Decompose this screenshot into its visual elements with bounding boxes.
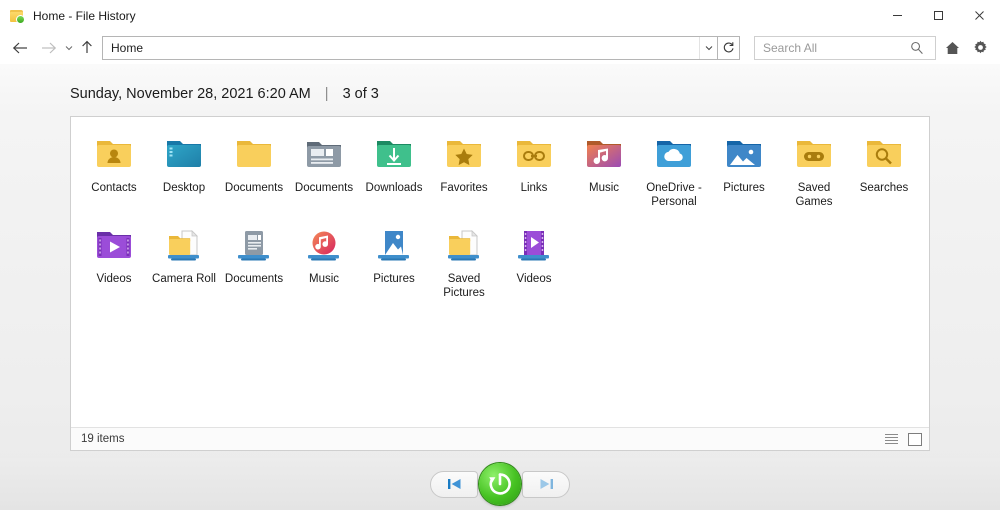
list-item[interactable]: Documents: [219, 129, 289, 210]
list-item-label: Pictures: [723, 182, 765, 194]
icon-grid[interactable]: Contacts Desktop Documents Documents Dow…: [71, 117, 929, 427]
list-item-label: Downloads: [365, 182, 423, 194]
list-item-label: Videos: [96, 272, 132, 285]
details-view-icon[interactable]: [883, 432, 900, 447]
status-bar: 19 items: [71, 427, 929, 450]
next-version-button[interactable]: [522, 470, 570, 498]
list-item[interactable]: Pictures: [709, 129, 779, 210]
list-item[interactable]: Videos: [79, 220, 149, 301]
minimize-button[interactable]: [877, 0, 918, 31]
list-item[interactable]: Links: [499, 129, 569, 210]
previous-version-button[interactable]: [430, 470, 478, 498]
home-icon[interactable]: [940, 35, 964, 61]
list-item-label: Documents: [224, 182, 284, 194]
folder-favorites-icon: [442, 135, 486, 175]
window-title: Home - File History: [33, 8, 136, 23]
next-version-icon: [538, 477, 555, 491]
snapshot-header: Sunday, November 28, 2021 6:20 AM | 3 of…: [0, 64, 1000, 116]
library-music-icon: [302, 226, 346, 266]
refresh-icon[interactable]: [718, 35, 740, 60]
library-folder-icon: [442, 226, 486, 266]
folder-music-icon: [582, 135, 626, 175]
folder-downloads-icon: [372, 135, 416, 175]
forward-arrow-icon[interactable]: [34, 35, 62, 61]
folder-refresh-icon: [9, 8, 25, 24]
header-separator: |: [324, 86, 329, 102]
maximize-button[interactable]: [918, 0, 959, 31]
close-button[interactable]: [959, 0, 1000, 31]
list-item-label: Contacts: [91, 182, 137, 194]
list-item[interactable]: Music: [569, 129, 639, 210]
item-count-label: 19 items: [81, 433, 125, 445]
file-history-window: Home - File History Home Search All Sund…: [0, 0, 1000, 510]
list-item[interactable]: Documents: [289, 129, 359, 210]
snapshot-position: 3 of 3: [342, 86, 379, 102]
list-item[interactable]: Saved Pictures: [429, 220, 499, 301]
list-item-label: Music: [588, 182, 620, 194]
search-icon[interactable]: [905, 41, 929, 55]
folder-savedgames-icon: [792, 135, 836, 175]
title-bar: Home - File History: [0, 0, 1000, 31]
list-item-label: Pictures: [373, 272, 415, 285]
history-dropdown-chevron-down-icon[interactable]: [62, 35, 76, 61]
library-folder-icon: [162, 226, 206, 266]
folder-searches-icon: [862, 135, 906, 175]
restore-icon: [487, 471, 513, 497]
folder-contacts-icon: [92, 135, 136, 175]
list-item[interactable]: Camera Roll: [149, 220, 219, 301]
address-chevron-down-icon[interactable]: [699, 36, 717, 59]
gear-icon[interactable]: [968, 35, 992, 61]
list-item[interactable]: Downloads: [359, 129, 429, 210]
list-item-label: Links: [520, 182, 548, 194]
list-item[interactable]: Videos: [499, 220, 569, 301]
address-bar[interactable]: Home: [102, 35, 718, 60]
list-item[interactable]: Music: [289, 220, 359, 301]
list-item-label: Saved Games: [795, 182, 833, 209]
library-pictures-icon: [372, 226, 416, 266]
view-toggle-group: [883, 432, 923, 447]
folder-onedrive-icon: [652, 135, 696, 175]
document-library-icon: [302, 135, 346, 175]
list-item-label: Documents: [224, 272, 284, 285]
search-box[interactable]: [754, 35, 936, 60]
folder-pictures-icon: [722, 135, 766, 175]
transport-bar: [0, 458, 1000, 510]
list-item[interactable]: Desktop: [149, 129, 219, 210]
list-item[interactable]: Saved Games: [779, 129, 849, 210]
folder-desktop-icon: [162, 135, 206, 175]
list-item-label: Videos: [516, 272, 552, 285]
library-videos-icon: [512, 226, 556, 266]
folder-links-icon: [512, 135, 556, 175]
back-arrow-icon[interactable]: [6, 35, 34, 61]
search-input[interactable]: [755, 40, 905, 55]
file-list-pane: Contacts Desktop Documents Documents Dow…: [70, 116, 930, 451]
list-item-label: Searches: [859, 182, 909, 194]
content-area: Contacts Desktop Documents Documents Dow…: [0, 116, 1000, 510]
address-path: Home: [111, 40, 144, 55]
list-item[interactable]: Documents: [219, 220, 289, 301]
folder-videos-icon: [92, 226, 136, 266]
list-item-label: OneDrive - Personal: [646, 182, 702, 209]
large-icons-view-icon[interactable]: [906, 432, 923, 447]
snapshot-timestamp: Sunday, November 28, 2021 6:20 AM: [70, 86, 311, 102]
list-item-label: Music: [308, 272, 340, 285]
list-item[interactable]: Contacts: [79, 129, 149, 210]
library-documents-icon: [232, 226, 276, 266]
list-item[interactable]: Searches: [849, 129, 919, 210]
folder-plain-icon: [232, 135, 276, 175]
restore-button[interactable]: [479, 463, 521, 505]
list-item[interactable]: Favorites: [429, 129, 499, 210]
list-item-label: Favorites: [440, 182, 488, 194]
list-item-label: Saved Pictures: [443, 272, 485, 300]
navigation-bar: Home: [0, 31, 1000, 64]
list-item-label: Camera Roll: [152, 272, 216, 285]
list-item-label: Desktop: [162, 182, 206, 194]
previous-version-icon: [446, 477, 463, 491]
window-controls: [877, 0, 1000, 31]
list-item[interactable]: OneDrive - Personal: [639, 129, 709, 210]
up-arrow-icon[interactable]: [76, 35, 98, 61]
list-item-label: Documents: [294, 182, 354, 194]
list-item[interactable]: Pictures: [359, 220, 429, 301]
